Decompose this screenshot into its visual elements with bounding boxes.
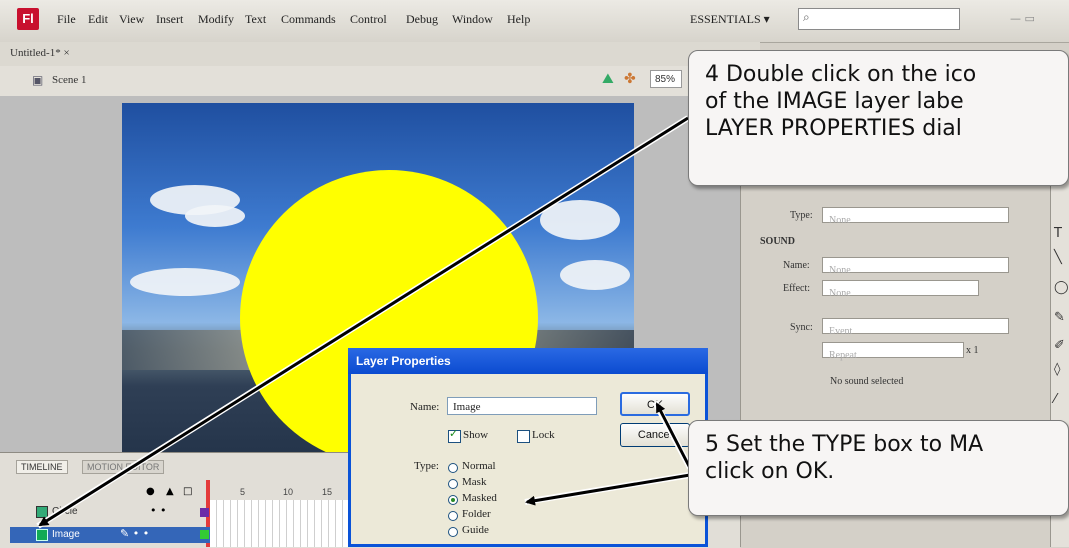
arrow-step5-ok: [655, 402, 692, 469]
callout-step4: 4 Double click on the ico of the IMAGE l…: [688, 50, 1069, 186]
callout-step4-line3: LAYER PROPERTIES dial: [705, 116, 962, 141]
arrow-step5-masked: [525, 473, 691, 506]
callout-step4-line2: of the IMAGE layer labe: [705, 89, 964, 114]
arrow-step4: [38, 116, 689, 527]
callout-step5: 5 Set the TYPE box to MA click on OK.: [688, 420, 1069, 516]
callout-step4-line1: 4 Double click on the ico: [705, 62, 977, 87]
callout-step5-line1: 5 Set the TYPE box to MA: [705, 432, 984, 457]
callout-step5-line2: click on OK.: [705, 459, 835, 484]
